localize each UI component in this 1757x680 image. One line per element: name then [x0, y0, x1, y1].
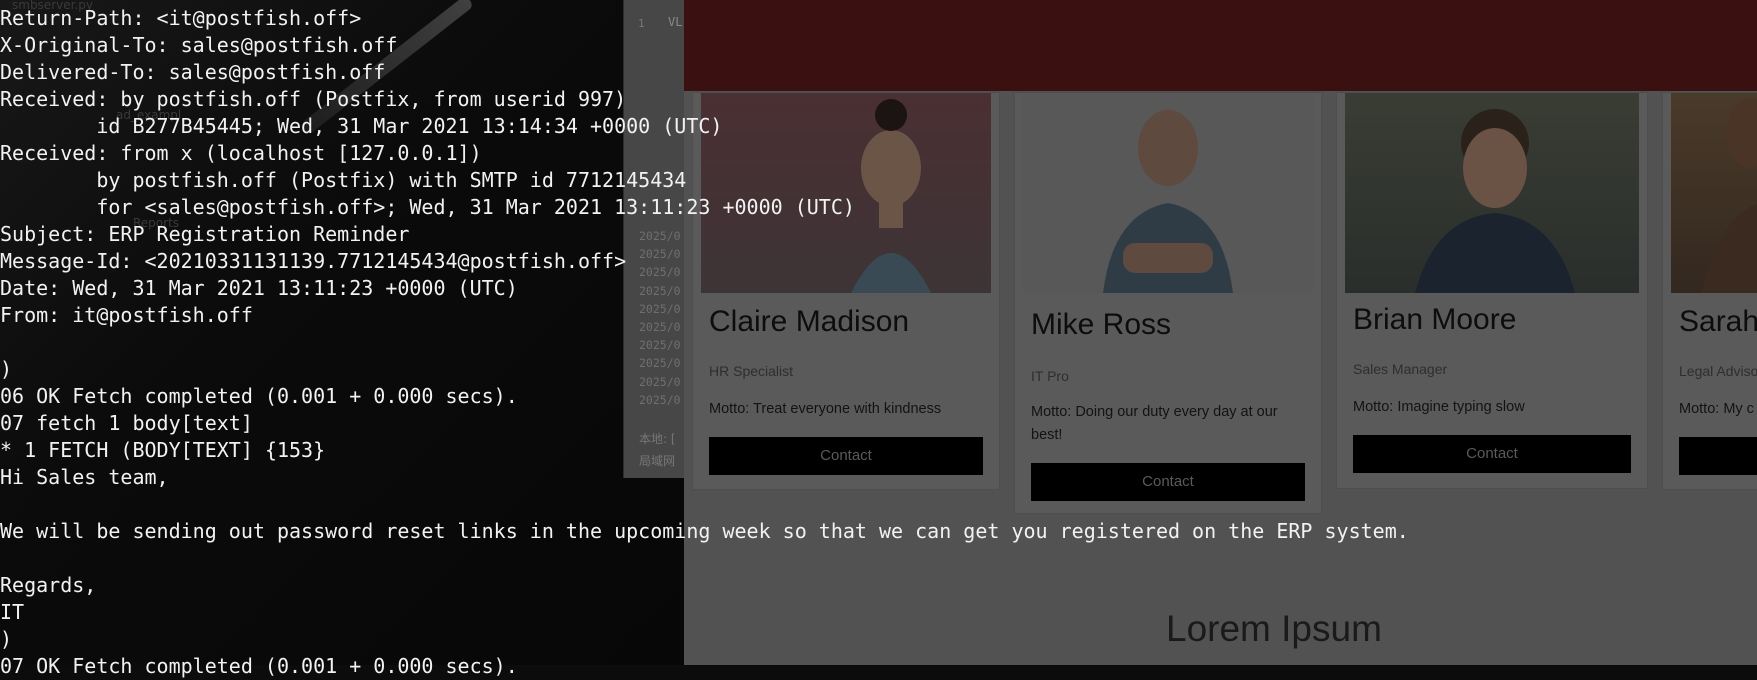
terminal-line: Received: from x (localhost [127.0.0.1]) — [0, 141, 482, 165]
member-role: Legal Adviso — [1679, 363, 1757, 379]
terminal-line: ) — [0, 357, 13, 381]
terminal-line: by postfish.off (Postfix) with SMTP id 7… — [0, 168, 687, 192]
terminal-line: 07 OK Fetch completed (0.001 + 0.000 sec… — [0, 654, 518, 678]
person-photo-icon — [1701, 98, 1757, 293]
terminal-line: Regards, — [0, 573, 97, 597]
terminal-line: We will be sending out password reset li… — [0, 519, 1409, 543]
team-card-sarah: Sarah Legal Adviso Motto: My c — [1662, 92, 1757, 490]
terminal-line: Date: Wed, 31 Mar 2021 13:11:23 +0000 (U… — [0, 276, 518, 300]
contact-button[interactable] — [1679, 437, 1757, 475]
terminal-line: Return-Path: <it@postfish.off> — [0, 6, 362, 30]
terminal-line: * 1 FETCH (BODY[TEXT] {153} — [0, 438, 326, 462]
terminal-line: Hi Sales team, — [0, 465, 169, 489]
terminal-line: Delivered-To: sales@postfish.off — [0, 60, 386, 84]
terminal-line: Message-Id: <20210331131139.7712145434@p… — [0, 249, 627, 273]
terminal-line: From: it@postfish.off — [0, 303, 253, 327]
terminal-line: id B277B45445; Wed, 31 Mar 2021 13:14:34… — [0, 114, 723, 138]
member-name: Sarah — [1679, 305, 1757, 338]
team-photo — [1671, 93, 1757, 293]
terminal-line: Subject: ERP Registration Reminder — [0, 222, 410, 246]
member-motto: Motto: My c — [1679, 401, 1754, 417]
terminal-line: 06 OK Fetch completed (0.001 + 0.000 sec… — [0, 384, 518, 408]
terminal-line: X-Original-To: sales@postfish.off — [0, 33, 398, 57]
terminal-line: for <sales@postfish.off>; Wed, 31 Mar 20… — [0, 195, 855, 219]
terminal-line: 07 fetch 1 body[text] — [0, 411, 253, 435]
terminal-line: ) — [0, 627, 13, 651]
terminal-line: IT — [0, 600, 25, 624]
terminal-line: Received: by postfish.off (Postfix, from… — [0, 87, 627, 111]
terminal-output[interactable]: Return-Path: <it@postfish.off> X-Origina… — [0, 5, 1409, 680]
